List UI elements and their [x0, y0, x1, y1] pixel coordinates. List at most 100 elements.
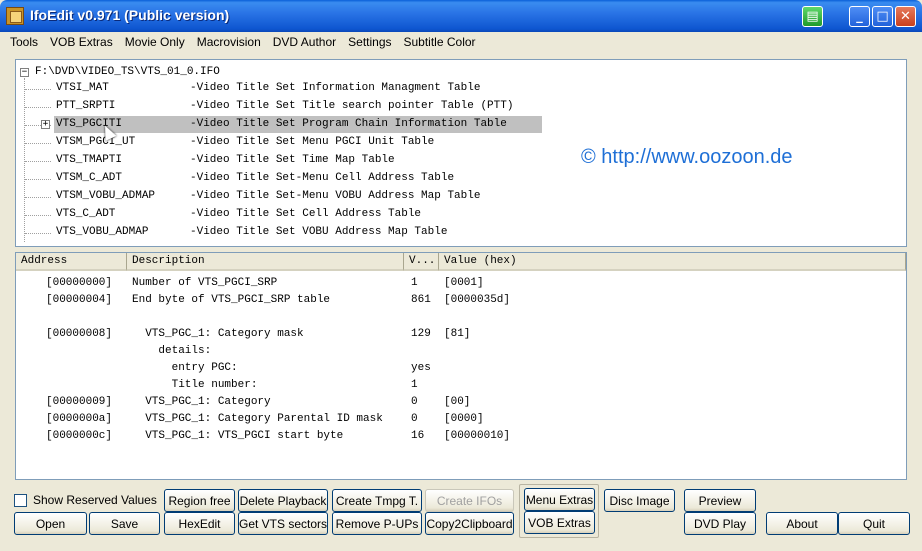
cell-address: [0000000c]	[46, 430, 113, 442]
cell-address: [00000000]	[46, 277, 113, 289]
tree-item-name: VTSI_MAT	[56, 82, 109, 94]
cell-value-hex: [00000010]	[444, 430, 511, 442]
hexedit-button[interactable]: HexEdit	[164, 512, 235, 535]
cell-address: [00000004]	[46, 294, 113, 306]
show-reserved-checkbox[interactable]: Show Reserved Values	[14, 493, 157, 507]
expand-icon[interactable]: +	[41, 120, 50, 129]
open-button[interactable]: Open	[14, 512, 87, 535]
column-header-value[interactable]: V...	[404, 253, 439, 271]
cell-value-hex: [0001]	[444, 277, 484, 289]
tree-item-desc: -Video Title Set-Menu Cell Address Table	[190, 172, 455, 184]
dvd-play-button[interactable]: DVD Play	[684, 512, 756, 535]
table-row[interactable]: details:	[16, 343, 896, 360]
tree-root[interactable]: − F:\DVD\VIDEO_TS\VTS_01_0.IFO	[20, 66, 220, 78]
menu-vob-extras[interactable]: VOB Extras	[44, 35, 119, 49]
disc-image-button[interactable]: Disc Image	[604, 489, 675, 512]
watermark-link: © http://www.oozoon.de	[581, 146, 793, 168]
tree-item-name: VTSM_PGCI_UT	[56, 136, 136, 148]
table-row[interactable]: [00000009] VTS_PGC_1: Category 0 [00]	[16, 394, 896, 411]
cell-value: 0	[411, 396, 418, 408]
vob-extras-button[interactable]: VOB Extras	[524, 511, 595, 534]
menu-bar: Tools VOB Extras Movie Only Macrovision …	[0, 32, 922, 52]
tree-item-vts-tmapti[interactable]: VTS_TMAPTI -Video Title Set Time Map Tab…	[16, 152, 616, 170]
create-ifos-button[interactable]: Create IFOs	[425, 489, 514, 512]
menu-dvd-author[interactable]: DVD Author	[267, 35, 342, 49]
tree-root-label: F:\DVD\VIDEO_TS\VTS_01_0.IFO	[35, 66, 220, 78]
cell-value: 129	[411, 328, 431, 340]
cell-description: End byte of VTS_PGCI_SRP table	[132, 294, 331, 306]
cell-address: [00000008]	[46, 328, 113, 340]
column-header-description[interactable]: Description	[127, 253, 404, 271]
tree-item-desc: -Video Title Set Title search pointer Ta…	[190, 100, 514, 112]
tree-item-desc: -Video Title Set Information Managment T…	[190, 82, 481, 94]
menu-movie-only[interactable]: Movie Only	[119, 35, 191, 49]
maximize-icon[interactable]: □	[872, 6, 893, 27]
create-tmpg-button[interactable]: Create Tmpg T.	[332, 489, 422, 512]
cell-address: [0000000a]	[46, 413, 113, 425]
cell-value-hex: [0000035d]	[444, 294, 511, 306]
menu-macrovision[interactable]: Macrovision	[191, 35, 267, 49]
preview-button[interactable]: Preview	[684, 489, 756, 512]
tree-item-desc: -Video Title Set VOBU Address Map Table	[190, 226, 448, 238]
detail-list-view[interactable]: Address Description V... Value (hex) [00…	[15, 252, 907, 480]
cell-value: 0	[411, 413, 418, 425]
menu-tools[interactable]: Tools	[4, 35, 44, 49]
get-vts-sectors-button[interactable]: Get VTS sectors	[238, 512, 328, 535]
ifo-tree-view[interactable]: − F:\DVD\VIDEO_TS\VTS_01_0.IFO VTSI_MAT …	[15, 59, 907, 247]
tree-item-vts-vobu-admap[interactable]: VTS_VOBU_ADMAP -Video Title Set VOBU Add…	[16, 224, 616, 242]
tree-item-desc: -Video Title Set-Menu VOBU Address Map T…	[190, 190, 481, 202]
tree-item-vtsm-c-adt[interactable]: VTSM_C_ADT -Video Title Set-Menu Cell Ad…	[16, 170, 616, 188]
table-row[interactable]	[16, 309, 896, 326]
cell-description: VTS_PGC_1: Category mask	[132, 328, 304, 340]
region-free-button[interactable]: Region free	[164, 489, 235, 512]
tree-item-vtsm-vobu-admap[interactable]: VTSM_VOBU_ADMAP -Video Title Set-Menu VO…	[16, 188, 616, 206]
quit-button[interactable]: Quit	[838, 512, 910, 535]
tree-item-vtsi-mat[interactable]: VTSI_MAT -Video Title Set Information Ma…	[16, 80, 616, 98]
cell-value: 1	[411, 379, 418, 391]
cell-value: 16	[411, 430, 425, 442]
cell-value: 1	[411, 277, 418, 289]
minimize-icon[interactable]: _	[849, 6, 870, 27]
remove-pups-button[interactable]: Remove P-UPs	[332, 512, 422, 535]
column-header-value-hex[interactable]: Value (hex)	[439, 253, 906, 271]
tree-item-name: VTSM_VOBU_ADMAP	[56, 190, 156, 202]
tree-item-name: PTT_SRPTI	[56, 100, 116, 112]
tree-item-vts-c-adt[interactable]: VTS_C_ADT -Video Title Set Cell Address …	[16, 206, 616, 224]
table-row[interactable]: [00000004] End byte of VTS_PGCI_SRP tabl…	[16, 292, 896, 309]
app-icon[interactable]	[6, 7, 24, 25]
tree-item-desc: -Video Title Set Menu PGCI Unit Table	[190, 136, 435, 148]
cell-description: details:	[132, 345, 212, 357]
checkbox-box[interactable]	[14, 493, 27, 507]
tree-item-name: VTSM_C_ADT	[56, 172, 123, 184]
menu-settings[interactable]: Settings	[342, 35, 397, 49]
delete-playback-button[interactable]: Delete Playback	[238, 489, 328, 512]
cell-description: VTS_PGC_1: VTS_PGCI start byte	[132, 430, 344, 442]
cell-value: 861	[411, 294, 431, 306]
table-row[interactable]: [0000000a] VTS_PGC_1: Category Parental …	[16, 411, 896, 428]
close-icon[interactable]: ✕	[895, 6, 916, 27]
cell-value-hex: [00]	[444, 396, 471, 408]
tray-icon[interactable]: ▤	[802, 6, 823, 27]
cell-description: VTS_PGC_1: Category Parental ID mask	[132, 413, 383, 425]
table-row[interactable]: [00000008] VTS_PGC_1: Category mask 129 …	[16, 326, 896, 343]
tree-item-desc: -Video Title Set Program Chain Informati…	[190, 118, 507, 130]
tree-item-name: VTS_C_ADT	[56, 208, 116, 220]
copy2clipboard-button[interactable]: Copy2Clipboard	[425, 512, 514, 535]
title-bar[interactable]: IfoEdit v0.971 (Public version) ▤ _ □ ✕	[0, 0, 922, 32]
about-button[interactable]: About	[766, 512, 838, 535]
cell-address: [00000009]	[46, 396, 113, 408]
menu-subtitle-color[interactable]: Subtitle Color	[398, 35, 482, 49]
table-row[interactable]: entry PGC: yes	[16, 360, 896, 377]
cell-value-hex: [81]	[444, 328, 471, 340]
save-button[interactable]: Save	[89, 512, 160, 535]
cell-description: entry PGC:	[132, 362, 238, 374]
table-row[interactable]: [0000000c] VTS_PGC_1: VTS_PGCI start byt…	[16, 428, 896, 445]
menu-extras-button[interactable]: Menu Extras	[524, 488, 595, 511]
column-header-address[interactable]: Address	[16, 253, 127, 271]
collapse-icon[interactable]: −	[20, 67, 29, 77]
table-row[interactable]: Title number: 1	[16, 377, 896, 394]
window-title: IfoEdit v0.971 (Public version)	[30, 7, 230, 23]
cell-value: yes	[411, 362, 431, 374]
tree-item-ptt-srpti[interactable]: PTT_SRPTI -Video Title Set Title search …	[16, 98, 616, 116]
table-row[interactable]: [00000000] Number of VTS_PGCI_SRP 1 [000…	[16, 275, 896, 292]
